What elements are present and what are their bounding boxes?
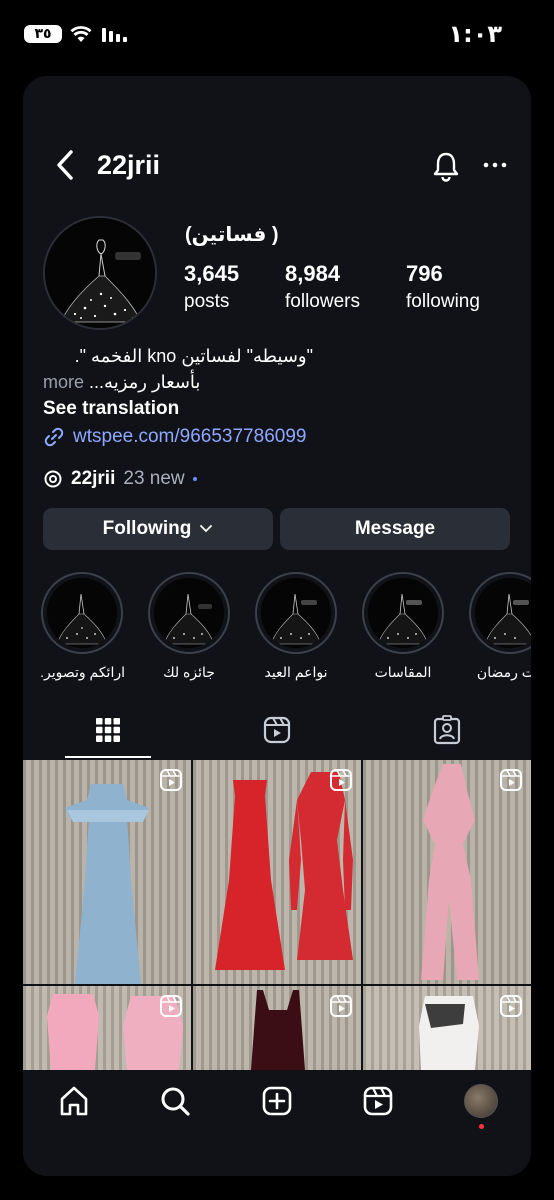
highlight-thumbnail — [47, 578, 117, 648]
bio-line-1: "وسيطه" لفساتين kno الفخمه ". — [74, 346, 313, 366]
bio-link[interactable]: wtspee.com/966537786099 — [43, 426, 306, 448]
status-time: ١:٠٣ — [448, 20, 502, 48]
highlight-ring — [362, 572, 444, 654]
link-icon — [44, 427, 64, 447]
posts-stat[interactable]: 3,645 posts — [184, 261, 239, 313]
profile-tabs — [23, 706, 531, 758]
bio-link-text: wtspee.com/966537786099 — [73, 426, 307, 447]
post-thumbnail[interactable] — [363, 760, 531, 984]
highlight-item[interactable]: بات رمضان — [467, 572, 531, 681]
notification-dot — [479, 1124, 484, 1129]
post-thumbnail[interactable] — [363, 986, 531, 1070]
see-translation-link[interactable]: See translation — [43, 398, 179, 420]
chevron-left-icon[interactable] — [53, 148, 77, 182]
header-username: 22jrii — [97, 150, 161, 180]
followers-label: followers — [285, 291, 360, 312]
reel-badge-icon — [160, 995, 182, 1017]
highlight-item[interactable]: المقاسات — [360, 572, 446, 681]
post-thumbnail[interactable] — [23, 986, 191, 1070]
highlight-item[interactable]: جائزه لك — [146, 572, 232, 681]
reel-badge-icon — [500, 769, 522, 791]
reels-icon[interactable] — [361, 1084, 395, 1118]
highlight-thumbnail — [154, 578, 224, 648]
highlight-ring — [148, 572, 230, 654]
chevron-down-icon — [200, 525, 213, 533]
post-thumbnail[interactable] — [193, 986, 361, 1070]
bio-line-2: more ...بأسعار رمزيه — [43, 372, 200, 393]
posts-grid — [23, 760, 531, 1070]
search-icon[interactable] — [158, 1084, 192, 1118]
more-horizontal-icon[interactable] — [481, 154, 509, 176]
threads-icon — [44, 470, 62, 488]
threads-badge[interactable]: 22jrii 23 new — [43, 468, 197, 490]
following-label: following — [406, 291, 480, 312]
tagged-icon[interactable] — [432, 714, 462, 746]
profile-avatar-nav[interactable] — [464, 1084, 498, 1118]
highlight-thumbnail — [368, 578, 438, 648]
highlight-thumbnail — [475, 578, 531, 648]
reel-badge-icon — [330, 995, 352, 1017]
highlight-label: بات رمضان — [476, 664, 531, 680]
reel-badge-icon — [160, 769, 182, 791]
highlight-ring — [255, 572, 337, 654]
highlight-label: ارائكم وتصوير... — [39, 664, 125, 680]
reels-icon[interactable] — [262, 714, 292, 746]
threads-dot — [192, 477, 197, 481]
battery-indicator: ٣٥ — [24, 25, 62, 43]
bottom-nav — [23, 1070, 531, 1176]
status-bar: ٣٥ ١:٠٣ — [0, 0, 554, 70]
threads-new-count: 23 new — [123, 468, 185, 489]
create-icon[interactable] — [260, 1084, 294, 1118]
grid-icon[interactable] — [93, 714, 123, 746]
highlight-item[interactable]: نواعم العيد — [253, 572, 339, 681]
following-button-label: Following — [102, 518, 192, 539]
app-screen: 22jrii (فساتين ) 3,645 posts 8,984 follo… — [23, 76, 531, 1176]
highlight-thumbnail — [261, 578, 331, 648]
post-thumbnail[interactable] — [23, 760, 191, 984]
message-button-label: Message — [354, 518, 436, 539]
bio-line-2-text: ...بأسعار رمزيه — [89, 372, 201, 392]
following-count: 796 — [406, 261, 443, 286]
following-button[interactable]: Following — [43, 508, 273, 550]
highlight-item[interactable]: ارائكم وتصوير... — [39, 572, 125, 681]
message-button[interactable]: Message — [280, 508, 510, 550]
profile-avatar[interactable] — [43, 216, 157, 330]
home-icon[interactable] — [57, 1084, 91, 1118]
active-tab-indicator — [65, 756, 151, 758]
followers-count: 8,984 — [285, 261, 341, 286]
following-stat[interactable]: 796 following — [406, 261, 480, 313]
posts-label: posts — [184, 291, 230, 312]
reel-badge-icon — [500, 995, 522, 1017]
wifi-icon — [70, 26, 92, 42]
threads-username: 22jrii — [71, 468, 116, 489]
reel-badge-icon — [330, 769, 352, 791]
followers-stat[interactable]: 8,984 followers — [285, 261, 360, 313]
highlight-label: جائزه لك — [163, 664, 215, 680]
profile-display-name: (فساتين ) — [185, 224, 279, 246]
posts-count: 3,645 — [184, 261, 240, 286]
highlight-ring — [41, 572, 123, 654]
highlight-label: نواعم العيد — [264, 664, 328, 680]
post-thumbnail[interactable] — [193, 760, 361, 984]
signal-icon — [102, 28, 127, 42]
highlight-ring — [469, 572, 531, 654]
more-link[interactable]: more — [43, 372, 84, 392]
bell-icon[interactable] — [431, 150, 461, 182]
highlight-label: المقاسات — [374, 664, 432, 680]
